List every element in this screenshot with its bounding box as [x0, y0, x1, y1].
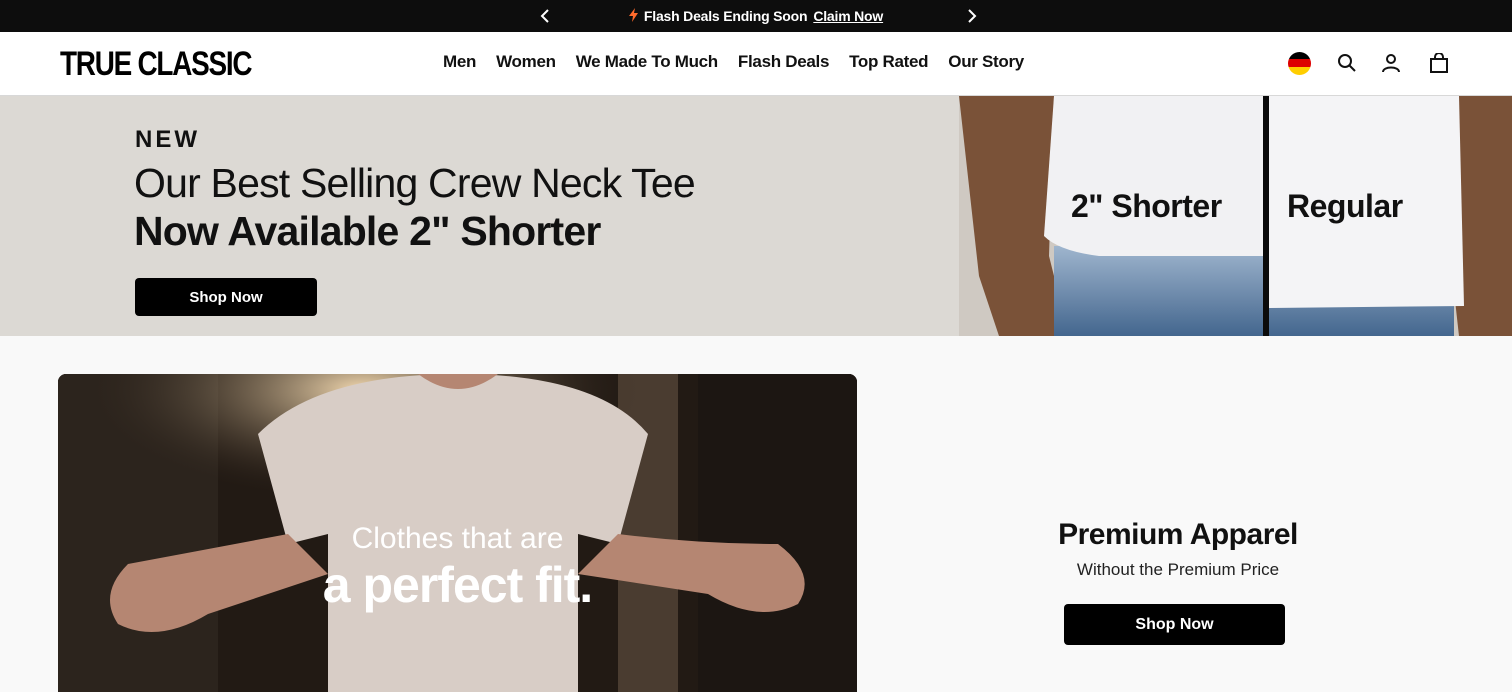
- nav-women[interactable]: Women: [496, 52, 556, 72]
- nav-we-made-to-much[interactable]: We Made To Much: [576, 52, 719, 72]
- nav-men[interactable]: Men: [443, 52, 476, 72]
- video-caption-2: a perfect fit.: [322, 557, 593, 613]
- claim-now-link[interactable]: Claim Now: [813, 8, 883, 24]
- header-icons: [1287, 51, 1451, 75]
- promo-subtitle: Without the Premium Price: [1076, 560, 1280, 579]
- nav-top-rated[interactable]: Top Rated: [849, 52, 928, 72]
- brand-logo[interactable]: TRUE CLASSIC: [60, 45, 252, 84]
- regular-label: Regular: [1287, 188, 1403, 224]
- announcement-text: Flash Deals Ending Soon: [643, 8, 808, 24]
- promo-shop-now-button[interactable]: Shop Now: [1064, 604, 1285, 645]
- chevron-right-icon[interactable]: [962, 6, 982, 26]
- promo-title: Premium Apparel: [1058, 518, 1298, 551]
- hero-banner[interactable]: NEW Our Best Selling Crew Neck Tee Now A…: [0, 96, 1512, 336]
- nav-our-story[interactable]: Our Story: [948, 52, 1024, 72]
- cart-icon[interactable]: [1427, 51, 1451, 75]
- premium-apparel-promo: Premium Apparel Without the Premium Pric…: [1000, 518, 1356, 645]
- lightning-icon: [628, 7, 638, 25]
- account-icon[interactable]: [1379, 51, 1403, 75]
- hero-subheadline: Now Available 2" Shorter: [134, 208, 601, 254]
- search-icon[interactable]: [1335, 51, 1359, 75]
- hero-shop-now-button[interactable]: Shop Now: [135, 278, 317, 316]
- announcement-message: Flash Deals Ending Soon Claim Now: [628, 7, 883, 25]
- chevron-left-icon[interactable]: [535, 6, 555, 26]
- hero-eyebrow: NEW: [135, 126, 200, 153]
- nav-flash-deals[interactable]: Flash Deals: [738, 52, 830, 72]
- tee-comparison-illustration: [959, 96, 1512, 336]
- shorter-label: 2" Shorter: [1071, 188, 1222, 224]
- video-caption-1: Clothes that are: [351, 522, 564, 555]
- tee-comparison-image: 2" Shorter Regular: [959, 96, 1512, 336]
- main-nav: Men Women We Made To Much Flash Deals To…: [443, 52, 1024, 72]
- germany-flag-icon[interactable]: [1287, 51, 1311, 75]
- fit-video[interactable]: Clothes that are a perfect fit.: [58, 374, 857, 692]
- site-header: TRUE CLASSIC Men Women We Made To Much F…: [0, 32, 1512, 96]
- hero-headline: Our Best Selling Crew Neck Tee: [134, 160, 696, 206]
- announcement-bar: Flash Deals Ending Soon Claim Now: [0, 0, 1512, 32]
